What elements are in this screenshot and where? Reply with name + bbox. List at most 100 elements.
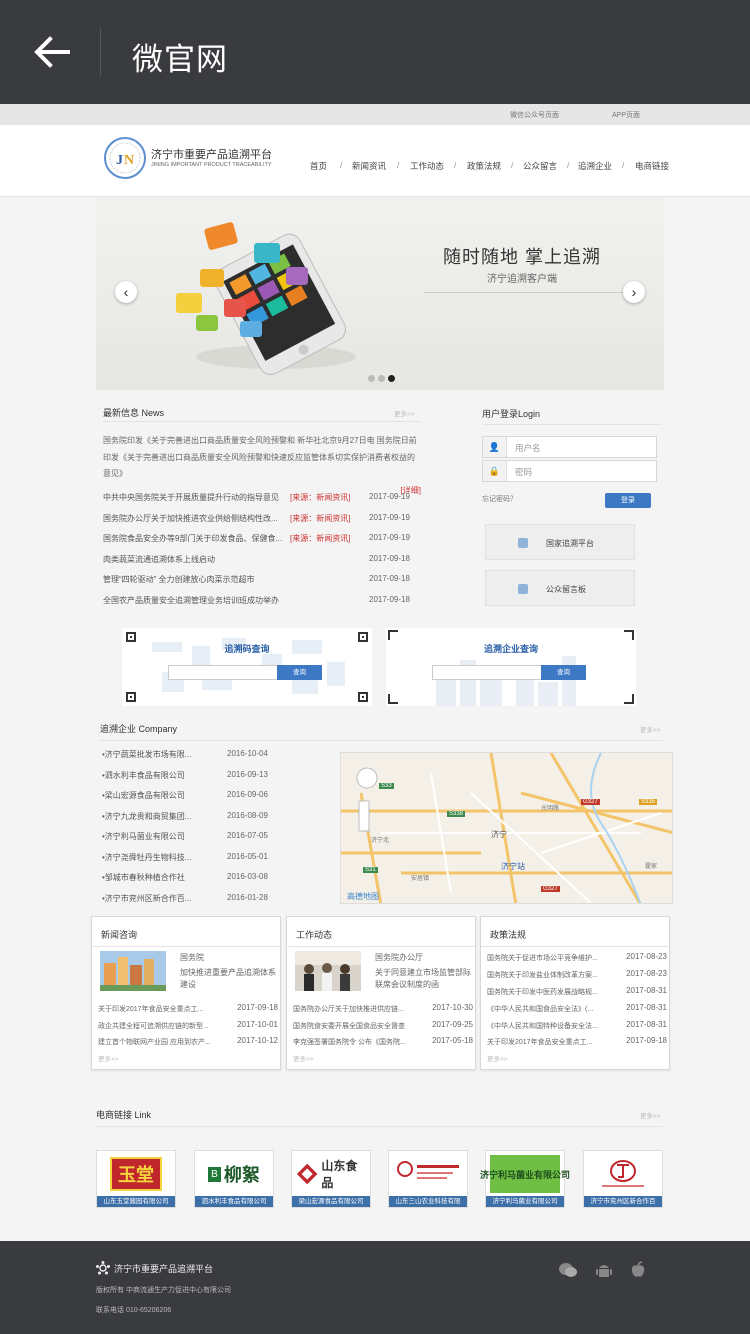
card-list-item[interactable]: 《中华人民共和国特种设备安全法... 2017-08-31	[487, 1019, 667, 1036]
card-list-item[interactable]: 国务院关于印发盐业体制改革方案... 2017-08-23	[487, 968, 667, 985]
nav-ecommerce[interactable]: 电商链接	[635, 160, 669, 172]
appbar-divider	[100, 28, 101, 76]
wechat-page-link[interactable]: 微信公众号页面	[510, 110, 559, 120]
frame-corner	[624, 694, 634, 704]
partner-link[interactable]: 山东三山农业科技有限	[388, 1150, 468, 1208]
banner-pagination[interactable]	[368, 375, 398, 384]
news-item[interactable]: 中共中央国务院关于开展质量提升行动的指导意见 [来源：新闻资讯] 2017-09-1…	[103, 490, 421, 511]
company-item[interactable]: •济宁利马菌业有限公司 2016-07-05	[102, 828, 332, 849]
partner-link[interactable]: 玉堂 山东玉堂酱园有限公司	[96, 1150, 176, 1208]
news-item[interactable]: 管理“四轮驱动” 全力创建放心肉菜示范超市 2017-09-18	[103, 572, 421, 593]
news-more-link[interactable]: 更多>>	[394, 408, 415, 418]
company-item[interactable]: •济宁九龙贵和商贸集团... 2016-08-09	[102, 808, 332, 829]
nav-policy[interactable]: 政策法规	[467, 160, 501, 172]
nav-companies[interactable]: 追溯企业	[578, 160, 612, 172]
card-lead-title[interactable]: 关于同意建立市场监管部际联席会议制度的函	[375, 967, 471, 991]
banner-dot[interactable]	[378, 375, 385, 382]
card-item-title: 李克强签署国务院令 公布《国务院...	[293, 1039, 406, 1046]
card-list-item[interactable]: 关于印发2017年食品安全重点工... 2017-09-18	[98, 1002, 278, 1019]
login-button[interactable]: 登录	[605, 493, 651, 508]
banner-next-button[interactable]: ›	[623, 281, 645, 303]
card-list-item[interactable]: 国务院食安委开展全国食品安全督查 2017-09-25	[293, 1019, 473, 1036]
company-query-box: 追溯企业查询 查询	[386, 628, 636, 706]
android-icon[interactable]	[594, 1261, 614, 1279]
partner-link[interactable]: 山东食品 梁山宏源食品有限公司	[291, 1150, 371, 1208]
password-field[interactable]: 🔒 密码	[482, 460, 657, 482]
news-item[interactable]: 国务院食品安全办等9部门关于印发食品、保健食... [来源：新闻资讯] 2017-0…	[103, 531, 421, 552]
card-item-title: 关于印发2017年食品安全重点工...	[487, 1039, 593, 1047]
map-road-label: S338	[447, 811, 466, 817]
site-logo[interactable]: J N	[104, 137, 146, 179]
card-list-item[interactable]: 《中华人民共和国食品安全法》(... 2017-08-31	[487, 1002, 667, 1019]
company-date: 2016-09-06	[227, 790, 268, 799]
card-more-link[interactable]: 更多>>	[98, 1053, 119, 1063]
nav-news[interactable]: 新闻资讯	[352, 160, 386, 172]
trace-code-query-button[interactable]: 查询	[277, 665, 322, 680]
card-item-title: 政企共建全程可追溯供应链的新型...	[98, 1022, 209, 1030]
card-list-item[interactable]: 李克强签署国务院令 公布《国务院... 2017-05-18	[293, 1035, 473, 1052]
links-more-link[interactable]: 更多>>	[640, 1110, 661, 1120]
apple-icon[interactable]	[628, 1261, 648, 1279]
work-thumbnail-image[interactable]	[295, 951, 361, 991]
card-list-item[interactable]: 国务院关于印发中医药发展战略规... 2017-08-31	[487, 985, 667, 1002]
username-placeholder: 用户名	[515, 443, 541, 453]
company-name: •济宁利马菌业有限公司	[102, 832, 185, 841]
site-footer: 济宁市重要产品追溯平台 版权所有 中商流通生产力促进中心有限公司 联系电话 01…	[0, 1241, 750, 1334]
partner-logo: 山东食品	[296, 1155, 366, 1193]
banner-dot[interactable]	[368, 375, 375, 382]
forgot-password-link[interactable]: 忘记密码？	[482, 494, 517, 504]
company-item[interactable]: •泗水利丰食品有限公司 2016-09-13	[102, 767, 332, 788]
app-title: 微官网	[132, 42, 228, 77]
card-list-item[interactable]: 关于印发2017年食品安全重点工... 2017-09-18	[487, 1035, 667, 1052]
company-item[interactable]: •邹城市春秋种植合作社 2016-03-08	[102, 869, 332, 890]
trace-code-input[interactable]	[168, 665, 278, 680]
company-more-link[interactable]: 更多>>	[640, 724, 661, 734]
banner-prev-button[interactable]: ‹	[115, 281, 137, 303]
partner-link[interactable]: B 柳絮 泗水利丰食品有限公司	[194, 1150, 274, 1208]
card-list-item[interactable]: 国务院办公厅关于加快推进供应链... 2017-10-30	[293, 1002, 473, 1019]
card-item-date: 2017-08-31	[626, 985, 667, 995]
hero-banner[interactable]: 随时随地 掌上追溯 济宁追溯客户端 ‹ ›	[96, 197, 664, 390]
card-item-date: 2017-09-18	[626, 1036, 667, 1046]
banner-dot-active[interactable]	[388, 375, 395, 382]
back-arrow-icon[interactable]	[30, 30, 74, 74]
login-title: 用户登录Login	[482, 409, 541, 419]
news-item[interactable]: 全国农产品质量安全追溯管理业务培训班成功举办 2017-09-18	[103, 593, 421, 614]
username-field[interactable]: 👤 用户名	[482, 436, 657, 458]
company-map[interactable]: 济宁 济宁站 高德地图 S33 G327 S338 G327 S335 S31 …	[340, 752, 673, 904]
national-platform-link[interactable]: 国家追溯平台	[485, 524, 635, 560]
news-thumbnail-image[interactable]	[100, 951, 166, 991]
platform-icon	[518, 538, 528, 548]
logo-emblem-icon: J N	[109, 142, 141, 174]
card-item-date: 2017-10-12	[237, 1036, 278, 1045]
card-more-link[interactable]: 更多>>	[293, 1053, 314, 1063]
wechat-icon[interactable]	[558, 1261, 578, 1279]
partner-link[interactable]: 济宁利马菌业有限公司 济宁利马菌业有限公司	[480, 1150, 570, 1208]
company-item[interactable]: •梁山宏源食品有限公司 2016-09-06	[102, 787, 332, 808]
company-item[interactable]: •济宁市兖州区新合作百... 2016-01-28	[102, 890, 332, 911]
nav-home[interactable]: 首页	[310, 160, 327, 172]
banner-headline: 随时随地 掌上追溯	[443, 247, 602, 267]
news-item-title: 中共中央国务院关于开展质量提升行动的指导意见	[103, 493, 279, 502]
company-item[interactable]: •济宁尧舜牡丹生物科技... 2016-05-01	[102, 849, 332, 870]
news-item[interactable]: 国务院办公厅关于加快推进农业供给侧结构性改... [来源：新闻资讯] 2017-09…	[103, 511, 421, 532]
card-list-item[interactable]: 建立首个物联网产业园 应用到农产... 2017-10-12	[98, 1035, 278, 1052]
site-name: 济宁市重要产品追溯平台	[151, 149, 272, 161]
card-lead-title[interactable]: 加快推进重要产品追溯体系建设	[180, 967, 276, 991]
company-item[interactable]: •济宁蔬菜批发市场有限... 2016-10-04	[102, 746, 332, 767]
company-query-input[interactable]	[432, 665, 542, 680]
app-page-link[interactable]: APP页面	[612, 110, 640, 120]
company-query-button[interactable]: 查询	[541, 665, 586, 680]
card-list-item[interactable]: 国务院关于促进市场公平竞争维护... 2017-08-23	[487, 951, 667, 968]
nav-work[interactable]: 工作动态	[410, 160, 444, 172]
card-list-item[interactable]: 政企共建全程可追溯供应链的新型... 2017-10-01	[98, 1019, 278, 1036]
nav-separator: /	[567, 160, 570, 170]
footer-copyright: 版权所有 中商流通生产力促进中心有限公司	[96, 1287, 231, 1294]
news-item[interactable]: 肉类蔬菜流通追溯体系上线启动 2017-09-18	[103, 552, 421, 573]
policy-card: 政策法规 国务院关于促进市场公平竞争维护... 2017-08-23 国务院关于印…	[480, 916, 670, 1070]
card-more-link[interactable]: 更多>>	[487, 1053, 508, 1063]
nav-message[interactable]: 公众留言	[523, 160, 557, 172]
partner-link[interactable]: 济宁市兖州区新合作百	[583, 1150, 663, 1208]
message-board-link[interactable]: 公众留言板	[485, 570, 635, 606]
card-title: 工作动态	[296, 930, 333, 940]
